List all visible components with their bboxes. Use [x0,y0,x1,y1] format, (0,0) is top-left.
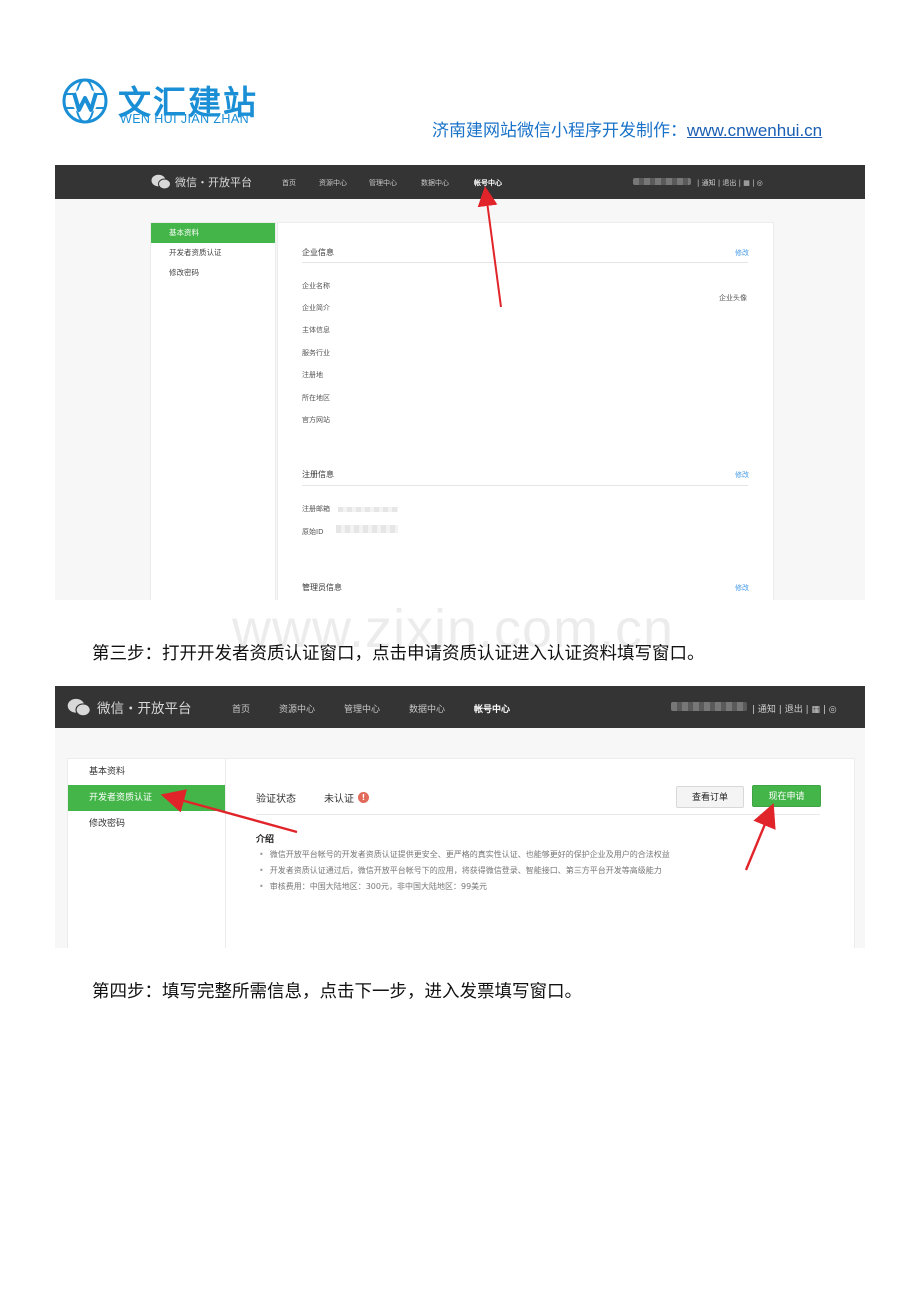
intro-bullet: 开发者资质认证通过后，微信开放平台帐号下的应用，将获得微信登录、智能接口、第三方… [259,865,662,876]
nav-right-group: | 通知 | 退出 | ▦ | ◎ [697,179,763,187]
wechat-logo-icon [67,698,91,716]
globe-icon[interactable]: ◎ [829,705,837,715]
step4-caption: 第四步：填写完整所需信息，点击下一步，进入发票填写窗口。 [92,982,582,1002]
nav-item-resources[interactable]: 资源中心 [279,702,315,715]
edit-link-enterprise[interactable]: 修改 [735,248,749,258]
main-panel: 企业信息 修改 企业名称 企业简介 主体信息 服务行业 注册地 所在地区 官方网… [277,222,774,600]
nav-item-data[interactable]: 数据中心 [409,702,445,715]
divider [256,814,820,815]
field-label: 注册地 [302,371,323,379]
brand-text: 微信・开放平台 [175,176,252,189]
sidebar-item-developer-cert[interactable]: 开发者资质认证 [68,785,225,811]
section-title-admin: 管理员信息 [302,583,342,592]
field-label: 注册邮箱 [302,505,330,513]
step3-caption: 第三步：打开开发者资质认证窗口，点击申请资质认证进入认证资料填写窗口。 [92,644,705,664]
sidebar-item-change-password[interactable]: 修改密码 [151,263,275,283]
nav-item-home[interactable]: 首页 [232,702,250,715]
apply-now-button[interactable]: 现在申请 [752,785,821,807]
screenshot-developer-certification: 微信・开放平台 首页 资源中心 管理中心 数据中心 帐号中心 | 通知 | 退出… [55,686,865,948]
divider [302,485,748,486]
warning-icon: ! [358,792,369,803]
nav-brand[interactable]: 微信・开放平台 [151,174,252,190]
divider [302,262,748,263]
nav-notify[interactable]: 通知 [702,179,716,187]
nav-notify[interactable]: 通知 [758,705,776,715]
logo-text-en: WEN HUI JIAN ZHAN [120,112,250,126]
status-text: 未认证 [324,794,354,805]
section-title-enterprise: 企业信息 [302,248,334,257]
top-nav-bar: 微信・开放平台 首页 资源中心 管理中心 数据中心 帐号中心 | 通知 | 退出… [55,686,865,728]
qrcode-icon[interactable]: ▦ [811,705,820,715]
view-orders-button[interactable]: 查看订单 [676,786,744,808]
field-label: 主体信息 [302,326,330,334]
intro-bullet: 审核费用：中国大陆地区：300元，非中国大陆地区：99美元 [259,881,487,892]
edit-link-admin[interactable]: 修改 [735,583,749,593]
status-label: 验证状态 [256,794,296,805]
field-label: 所在地区 [302,394,330,402]
nav-item-resources[interactable]: 资源中心 [319,178,347,188]
nav-item-management[interactable]: 管理中心 [369,178,397,188]
intro-bullet: 微信开放平台帐号的开发者资质认证提供更安全、更严格的真实性认证、也能够更好的保护… [259,849,670,860]
nav-item-account[interactable]: 帐号中心 [474,702,510,715]
blurred-value [336,525,398,533]
intro-title: 介绍 [256,835,275,845]
tagline-text: 济南建网站微信小程序开发制作： [432,121,687,141]
sidebar-item-change-password[interactable]: 修改密码 [68,811,225,837]
field-label: 服务行业 [302,349,330,357]
nav-logout[interactable]: 退出 [722,179,736,187]
wechat-logo-icon [151,174,171,190]
top-nav-bar: 微信・开放平台 首页 资源中心 管理中心 数据中心 帐号中心 | 通知 | 退出… [55,165,865,199]
blurred-username [671,702,747,711]
avatar-label: 企业头像 [719,294,747,302]
header-tagline: 济南建网站微信小程序开发制作：www.cnwenhui.cn [432,116,822,141]
qrcode-icon[interactable]: ▦ [743,179,750,187]
nav-logout[interactable]: 退出 [785,705,803,715]
status-value: 未认证 ! [324,790,369,805]
nav-right-group: | 通知 | 退出 | ▦ | ◎ [752,705,837,715]
nav-brand[interactable]: 微信・开放平台 [67,697,192,717]
blurred-value [338,507,398,512]
nav-item-home[interactable]: 首页 [282,178,296,188]
logo-globe-icon [62,78,108,124]
field-label: 官方网站 [302,416,330,424]
field-label: 企业简介 [302,304,330,312]
field-label: 企业名称 [302,282,330,290]
edit-link-registration[interactable]: 修改 [735,470,749,480]
main-panel: 验证状态 未认证 ! 查看订单 现在申请 介绍 微信开放平台帐号的开发者资质认证… [225,758,855,948]
nav-item-account[interactable]: 帐号中心 [474,178,502,188]
sidebar: 基本资料 开发者资质认证 修改密码 [150,222,276,600]
globe-icon[interactable]: ◎ [757,179,763,187]
sidebar: 基本资料 开发者资质认证 修改密码 [67,758,226,948]
section-title-registration: 注册信息 [302,470,334,479]
sidebar-item-basic-info[interactable]: 基本资料 [151,223,275,243]
blurred-username [633,178,691,185]
field-label: 原始ID [302,528,324,536]
screenshot-account-basic-info: 微信・开放平台 首页 资源中心 管理中心 数据中心 帐号中心 | 通知 | 退出… [55,165,865,600]
nav-item-management[interactable]: 管理中心 [344,702,380,715]
brand-text: 微信・开放平台 [97,701,192,717]
website-link[interactable]: www.cnwenhui.cn [687,121,822,140]
sidebar-item-developer-cert[interactable]: 开发者资质认证 [151,243,275,263]
sidebar-item-basic-info[interactable]: 基本资料 [68,759,225,785]
nav-item-data[interactable]: 数据中心 [421,178,449,188]
